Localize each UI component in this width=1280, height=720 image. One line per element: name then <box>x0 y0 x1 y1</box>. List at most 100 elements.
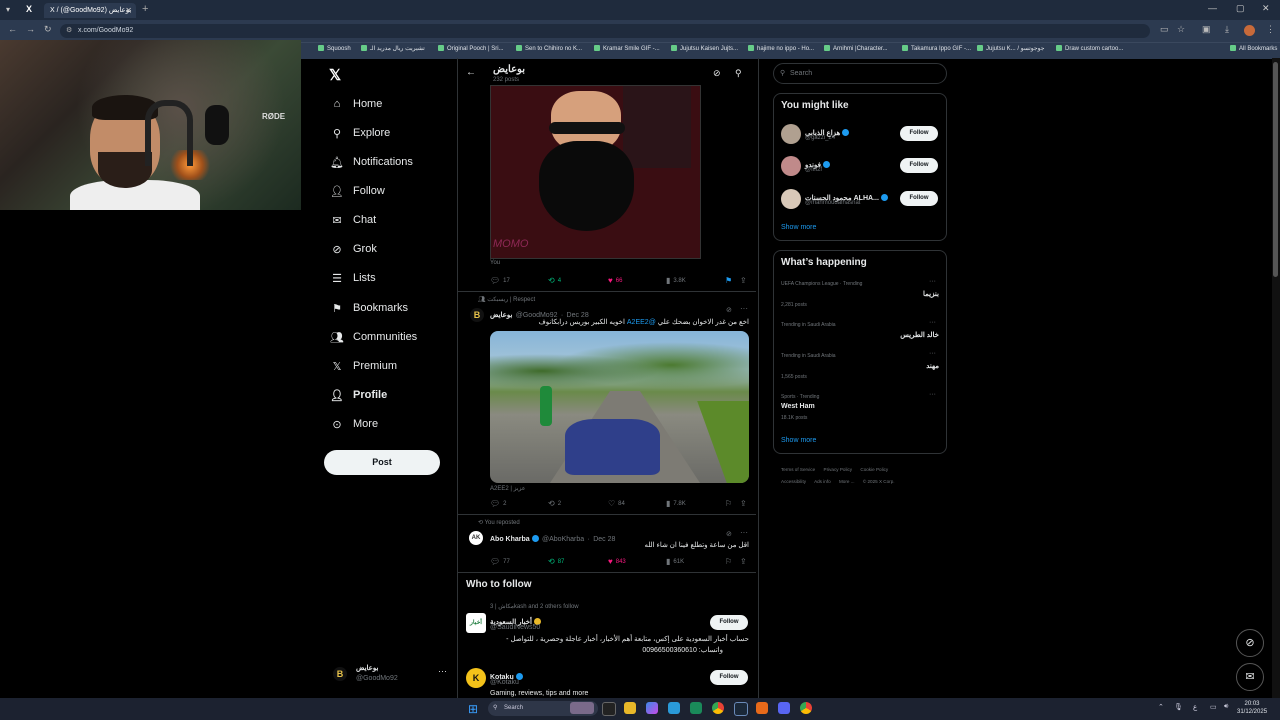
tray-language-icon[interactable]: ع <box>1193 703 1197 711</box>
reload-icon[interactable]: ↻ <box>44 24 52 35</box>
edge-icon[interactable] <box>668 702 680 714</box>
back-arrow-icon[interactable]: ← <box>466 67 476 78</box>
bookmark-item[interactable]: Jujutsu Kaisen Jujts... <box>671 45 738 52</box>
grok-floating-icon[interactable]: ⊘ <box>1236 629 1264 657</box>
show-more-link[interactable]: Show more <box>781 224 816 231</box>
tray-volume-icon[interactable]: 🔊︎ <box>1224 703 1228 711</box>
footer-link[interactable]: More ... <box>839 479 855 484</box>
all-bookmarks[interactable]: All Bookmarks <box>1230 45 1277 52</box>
tweet-author-name[interactable]: Abo Kharba <box>490 536 530 543</box>
suggestion-avatar[interactable] <box>781 156 801 176</box>
file-explorer-icon[interactable] <box>624 702 636 714</box>
bookmark-action[interactable]: ⚐ <box>725 499 735 508</box>
tweet-author-avatar[interactable]: B <box>470 308 484 322</box>
store-icon[interactable] <box>690 702 702 714</box>
nav-profile[interactable]: 👤︎ Profile <box>330 385 387 405</box>
account-name[interactable]: بوعايض <box>356 664 378 672</box>
like-action[interactable]: ♥ 843 <box>608 557 626 566</box>
tweet-image-avatar-art[interactable]: MOMO <box>490 85 701 259</box>
views-action[interactable]: ▮ 7.8K <box>666 499 686 508</box>
suggestion-handle[interactable]: @fifi2f <box>805 167 822 173</box>
reply-action[interactable]: 💬︎ 77 <box>490 557 510 566</box>
follow-button[interactable]: Follow <box>900 191 938 206</box>
follow-button[interactable]: Follow <box>900 158 938 173</box>
site-info-icon[interactable]: ⚙ <box>66 24 72 38</box>
reply-action[interactable]: 💬︎ 17 <box>490 276 510 285</box>
tweet-mention[interactable]: @A2EE2 <box>627 319 656 326</box>
bookmark-item[interactable]: Kramar Smile GIF -... <box>594 45 660 52</box>
chrome-icon[interactable] <box>712 702 724 714</box>
x-logo-icon[interactable]: 𝕏 <box>329 66 341 84</box>
install-icon[interactable]: ▭ <box>1160 24 1169 35</box>
window-close-icon[interactable]: ✕ <box>1262 3 1270 14</box>
nav-chat[interactable]: ✉ Chat <box>330 210 376 230</box>
extensions-icon[interactable]: ▣ <box>1202 24 1211 35</box>
new-tab-icon[interactable]: + <box>142 3 148 15</box>
bookmark-item[interactable]: Original Pooch | Sri... <box>438 45 504 52</box>
show-more-link[interactable]: Show more <box>781 437 816 444</box>
nav-lists[interactable]: ☰ Lists <box>330 268 376 288</box>
follow-button[interactable]: Follow <box>710 670 748 685</box>
views-action[interactable]: ▮ 61K <box>666 557 684 566</box>
bookmark-action[interactable]: ⚐ <box>725 557 735 566</box>
taskbar-widget-icon[interactable] <box>570 702 594 714</box>
post-button[interactable]: Post <box>324 450 440 475</box>
task-view-icon[interactable] <box>602 702 616 716</box>
nav-explore[interactable]: ⚲ Explore <box>330 123 390 143</box>
account-avatar[interactable]: B <box>333 667 347 681</box>
tray-chevron-icon[interactable]: ⌃ <box>1158 703 1164 711</box>
suggestion-handle[interactable]: @Kotaku <box>490 679 519 686</box>
nav-follow[interactable]: 👤︎ Follow <box>330 181 385 201</box>
account-handle[interactable]: @GoodMo92 <box>356 675 398 682</box>
like-action[interactable]: ♡ 84 <box>608 499 625 508</box>
discord-icon[interactable] <box>778 702 790 714</box>
search-header-icon[interactable]: ⚲ <box>735 68 742 79</box>
tweet-more-icon[interactable]: ··· <box>740 304 748 313</box>
taskbar-clock[interactable]: 20:03 31/12/2025 <box>1237 700 1267 716</box>
copilot-icon[interactable] <box>646 702 658 714</box>
tab-close-icon[interactable]: ✕ <box>125 3 132 18</box>
url-field[interactable]: ⚙ x.com/GoodMo92 <box>60 24 1150 38</box>
suggestion-handle[interactable]: @mahmoudalhasnat <box>805 200 860 206</box>
footer-link[interactable]: Accessibility <box>781 479 806 484</box>
share-action[interactable]: ⇪ <box>740 499 750 508</box>
trend-name[interactable]: بنزيما <box>781 290 939 298</box>
bookmark-item[interactable]: hajime no ippo - Ho... <box>748 45 814 52</box>
share-action[interactable]: ⇪ <box>740 557 750 566</box>
follow-button[interactable]: Follow <box>900 126 938 141</box>
nav-bookmarks[interactable]: ⚑ Bookmarks <box>330 298 408 318</box>
star-icon[interactable]: ☆ <box>1177 24 1185 35</box>
bookmark-item[interactable]: Squoosh <box>318 45 351 52</box>
bookmark-item[interactable]: Jujutsu K... / جوجوتسو <box>977 45 1044 52</box>
blender-icon[interactable] <box>756 702 768 714</box>
tweet-image-game-screenshot[interactable] <box>490 331 749 483</box>
reply-action[interactable]: 💬︎ 2 <box>490 499 507 508</box>
steam-icon[interactable] <box>734 702 748 716</box>
bookmark-item[interactable]: Sen to Chihiro no K... <box>516 45 582 52</box>
maximize-icon[interactable]: ▢ <box>1236 3 1245 14</box>
suggestion-avatar[interactable] <box>781 124 801 144</box>
forward-icon[interactable]: → <box>26 24 35 34</box>
suggestion-handle[interactable]: @SaudiNews50 <box>490 624 540 631</box>
follow-button[interactable]: Follow <box>710 615 748 630</box>
suggestion-avatar[interactable] <box>781 189 801 209</box>
trend-more-icon[interactable]: ··· <box>929 278 936 285</box>
suggestion-handle[interactable]: @gazzi_24 <box>805 135 835 141</box>
tab-menu-icon[interactable]: ▾ <box>6 5 10 14</box>
trend-more-icon[interactable]: ··· <box>929 319 936 326</box>
trend-name[interactable]: West Ham <box>781 403 815 410</box>
bookmark-item[interactable]: Draw custom cartoo... <box>1056 45 1123 52</box>
share-action[interactable]: ⇪ <box>740 276 750 285</box>
nav-more[interactable]: ⊙ More <box>330 414 378 434</box>
nav-home[interactable]: ⌂ Home <box>330 94 383 114</box>
browser-tab-active[interactable]: X / (@GoodMo92) بوعايض ✕ <box>44 3 136 18</box>
repost-action[interactable]: ⟲ 87 <box>548 557 564 566</box>
minimize-icon[interactable]: — <box>1208 3 1217 13</box>
repost-action[interactable]: ⟲ 2 <box>548 499 561 508</box>
like-action[interactable]: ♥ 66 <box>608 276 622 285</box>
views-action[interactable]: ▮ 3.8K <box>666 276 686 285</box>
account-menu-icon[interactable]: ··· <box>438 666 447 676</box>
browser-menu-icon[interactable]: ⋮ <box>1266 24 1275 35</box>
chrome-secondary-icon[interactable] <box>800 702 812 714</box>
bookmark-item[interactable]: Arnihmi |Character... <box>824 45 888 52</box>
